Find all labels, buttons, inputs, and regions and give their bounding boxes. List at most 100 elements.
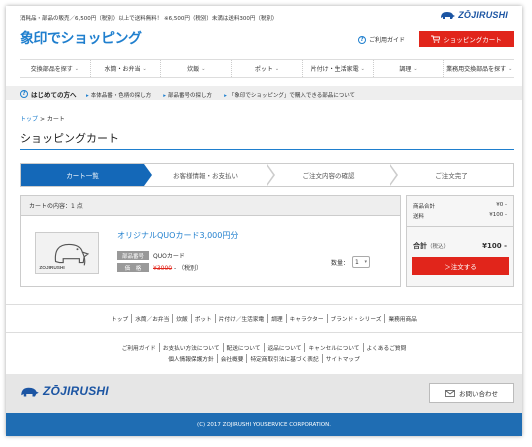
beginner-guide-link[interactable]: ? はじめての方へ	[20, 89, 77, 99]
order-button[interactable]: ＞注文する	[412, 257, 509, 275]
price-label: 価 格	[117, 263, 149, 272]
step-customer-info: お客様情報・お支払い	[144, 164, 275, 186]
breadcrumb-current: カート	[46, 116, 65, 123]
subtotal-label: 商品合計	[413, 204, 436, 210]
subtotal-value: ¥0 -	[496, 202, 507, 208]
nav-item-cooking[interactable]: 調理 ⌄	[374, 60, 445, 77]
shop-logo[interactable]: 象印でショッピング	[20, 28, 142, 48]
step-confirm: ご注文内容の確認	[267, 164, 398, 186]
breadcrumb-separator: >	[39, 116, 45, 123]
quo-card-image: ZOJIRUSHI	[36, 233, 98, 273]
breadcrumb: トップ > カート	[20, 114, 65, 123]
copyright: (C) 2017 ZOJIRUSHI YOUSERVICE CORPORATIO…	[6, 413, 522, 436]
question-icon: ?	[358, 35, 366, 44]
chevron-down-icon: ⌄	[274, 65, 280, 72]
footer-link[interactable]: ご利用ガイド	[119, 343, 159, 352]
title-divider	[20, 149, 514, 150]
chevron-down-icon: ⌄	[360, 65, 365, 72]
footer-link[interactable]: ポット	[190, 314, 215, 323]
guide-link[interactable]: ? ご利用ガイド	[358, 35, 405, 44]
footer-link[interactable]: 調理	[267, 314, 285, 323]
nav-item-home[interactable]: 片付け・生活家電 ⌄	[303, 60, 374, 77]
cart-button-label: ショッピングカート	[443, 36, 502, 44]
help-link-partno[interactable]: 部品番号の探し方	[163, 91, 212, 99]
footer-link[interactable]: 業務用商品	[384, 314, 419, 323]
quantity-select[interactable]: 1 ▾	[352, 256, 371, 268]
quantity-label: 数量：	[331, 259, 350, 267]
footer-zojirushi-logo[interactable]: ZŌJIRUSHI	[20, 384, 109, 398]
product-name-link[interactable]: オリジナルQUOカード3,000円分	[117, 230, 238, 241]
product-image[interactable]: ZOJIRUSHI	[35, 232, 99, 274]
dropdown-arrow-icon: ▾	[364, 259, 368, 265]
footer-info-links: ご利用ガイド お支払い方法について 配送について 返品について キャンセルについ…	[6, 343, 522, 352]
subtotal-row: 商品合計 ¥0 -	[413, 202, 507, 210]
chevron-down-icon: ⌄	[508, 65, 513, 72]
quantity-value: 1	[355, 258, 359, 266]
price-tax-note: （税別）	[178, 265, 203, 272]
footer-link[interactable]: ブランド・シリーズ	[326, 314, 385, 323]
step-cart: カート一覧	[21, 164, 152, 186]
nav-item-pot[interactable]: ポット ⌄	[232, 60, 303, 77]
step-arrow	[389, 164, 398, 186]
cart-contents: カートの内容：1 点 ZOJIRUSHI オリジナルQUOカード3,000円分 …	[20, 195, 401, 287]
shipping-notice: 消耗品・部品の販売／6,500円（税別）以上で送料無料！ ※6,500円（税別）…	[20, 16, 278, 22]
contact-button-label: お問い合わせ	[459, 390, 498, 398]
shipping-value: ¥100 -	[489, 212, 507, 218]
footer-link[interactable]: キャラクター	[285, 314, 327, 323]
brand-name: ZŌJIRUSHI	[458, 10, 508, 20]
nav-item-rice[interactable]: 炊飯 ⌄	[161, 60, 233, 77]
price-original: ¥3000	[153, 265, 173, 272]
cart-icon	[431, 35, 441, 43]
help-link-model[interactable]: 本体品番・色柄の探し方	[86, 91, 152, 99]
part-number-value: QUOカード	[153, 253, 185, 260]
footer-link[interactable]: サイトマップ	[321, 354, 363, 363]
footer-link[interactable]: トップ	[108, 314, 131, 323]
help-links: 本体品番・色柄の探し方 部品番号の探し方 「象印でショッピング」で購入できる部品…	[86, 91, 355, 99]
chevron-down-icon: ⌄	[74, 65, 79, 72]
order-summary: 商品合計 ¥0 - 送料 ¥100 - 合計（税込） ¥100 - ＞注文する	[406, 195, 514, 287]
nav-item-bottles[interactable]: 水筒・お弁当 ⌄	[91, 60, 162, 77]
contact-button[interactable]: お問い合わせ	[429, 383, 514, 403]
zojirushi-logo[interactable]: ZŌJIRUSHI	[440, 10, 508, 20]
price-row: 価 格 ¥3000 - （税別）	[117, 263, 202, 272]
footer-brand-name: ZŌJIRUSHI	[43, 384, 109, 398]
total-tax-note: （税込）	[427, 244, 450, 250]
footer-link[interactable]: 特定商取引法に基づく表記	[246, 354, 321, 363]
breadcrumb-home[interactable]: トップ	[20, 116, 38, 123]
footer-link[interactable]: よくあるご質問	[362, 343, 410, 352]
summary-divider	[407, 226, 513, 227]
footer-link[interactable]: キャンセルについて	[304, 343, 362, 352]
footer-link[interactable]: 返品について	[263, 343, 305, 352]
shipping-label: 送料	[413, 214, 425, 220]
footer-link[interactable]: 炊飯	[172, 314, 190, 323]
footer-link[interactable]: お支払い方法について	[158, 343, 223, 352]
shopping-cart-button[interactable]: ショッピングカート	[419, 31, 514, 47]
elephant-icon	[441, 12, 456, 19]
part-number-label: 部品番号	[117, 251, 149, 260]
footer-link[interactable]: 会社概要	[216, 354, 247, 363]
nav-item-business[interactable]: 業務用交換部品を探す ⌄	[444, 60, 514, 77]
footer-link[interactable]: 配送について	[222, 343, 264, 352]
step-arrow	[266, 164, 275, 186]
step-complete: ご注文完了	[390, 164, 513, 186]
guide-link-label: ご利用ガイド	[369, 37, 406, 44]
shipping-row: 送料 ¥100 -	[413, 212, 507, 220]
checkout-steps: カート一覧 お客様情報・お支払い ご注文内容の確認 ご注文完了	[20, 163, 514, 187]
footer-link[interactable]: 個人情報保護方針	[165, 354, 217, 363]
mail-icon	[445, 389, 455, 397]
part-number-row: 部品番号 QUOカード	[117, 251, 185, 260]
footer-divider	[6, 304, 522, 305]
total-value: ¥100 -	[482, 242, 507, 250]
help-link-parts[interactable]: 「象印でショッピング」で購入できる部品について	[224, 91, 355, 99]
footer-link[interactable]: 水筒／お弁当	[131, 314, 172, 323]
chevron-down-icon: ⌄	[413, 65, 418, 72]
total-label: 合計	[413, 242, 427, 250]
footer-link[interactable]: 片付け／生活家電	[214, 314, 268, 323]
footer-category-links: トップ 水筒／お弁当 炊飯 ポット 片付け／生活家電 調理 キャラクター ブラン…	[6, 314, 522, 323]
total-row: 合計（税込） ¥100 -	[413, 241, 507, 251]
footer-divider	[6, 332, 522, 333]
chevron-down-icon: ⌄	[142, 65, 147, 72]
footer-legal-links: 個人情報保護方針 会社概要 特定商取引法に基づく表記 サイトマップ	[6, 354, 522, 363]
page-title: ショッピングカート	[20, 132, 119, 145]
nav-item-parts[interactable]: 交換部品を探す ⌄	[20, 60, 91, 77]
